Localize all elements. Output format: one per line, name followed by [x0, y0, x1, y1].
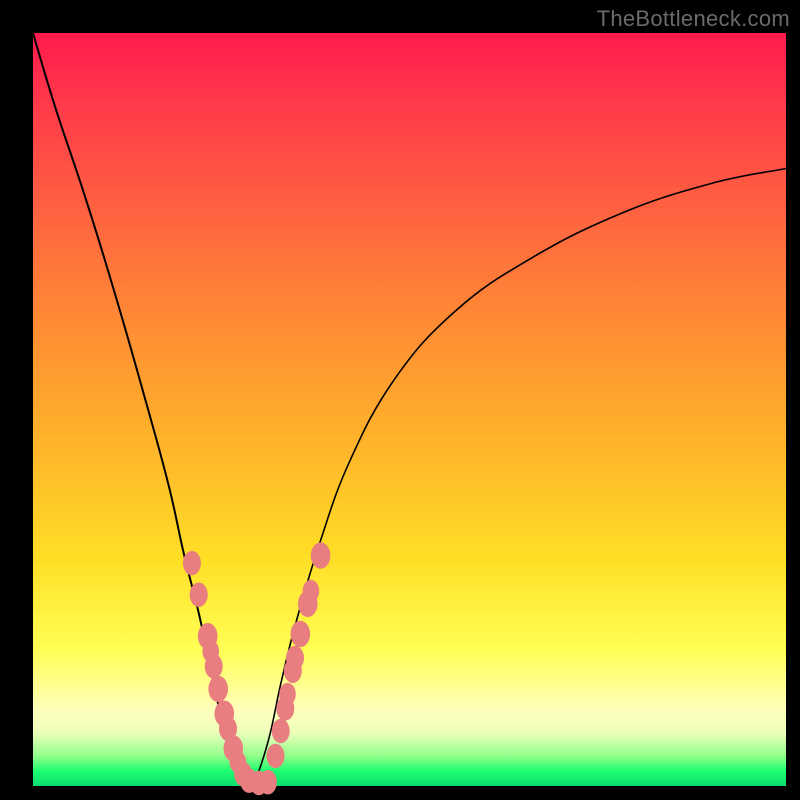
bead-left-0 — [183, 551, 201, 575]
bead-right-0 — [267, 744, 285, 768]
bead-right-1 — [272, 719, 290, 743]
bead-right-8 — [303, 580, 320, 602]
curve-group — [33, 33, 786, 786]
chart-svg — [33, 33, 786, 786]
curve-right — [251, 169, 786, 787]
chart-frame: TheBottleneck.com — [0, 0, 800, 800]
bead-left-5 — [208, 676, 228, 702]
bead-right-6 — [291, 621, 311, 647]
bead-right-3 — [279, 683, 296, 705]
bead-left-4 — [205, 654, 223, 678]
bead-right-9 — [311, 542, 331, 568]
watermark-text: TheBottleneck.com — [597, 6, 790, 32]
plot-area — [33, 33, 786, 786]
bead-left-13 — [259, 770, 277, 794]
bead-left-1 — [190, 583, 208, 607]
bead-right-5 — [286, 646, 304, 670]
